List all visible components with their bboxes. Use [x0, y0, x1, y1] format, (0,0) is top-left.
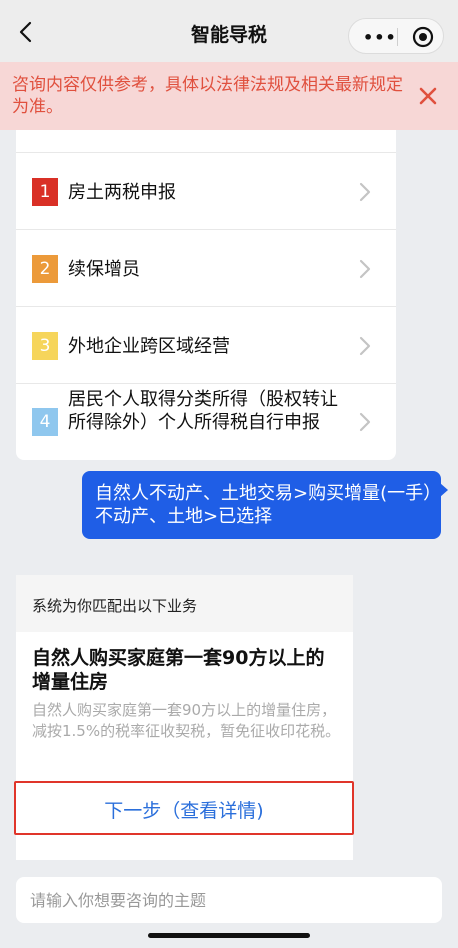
- menu-item-label: 房土两税申报: [68, 182, 176, 203]
- number-badge: 1: [32, 178, 58, 206]
- capsule-divider: [397, 28, 398, 46]
- user-message-text: 自然人不动产、土地交易>购买增量(一手）不动产、土地>已选择: [95, 483, 433, 527]
- service-menu-card: 1 房土两税申报 2 续保增员 3 外地企业跨区域经营 4 居民个人取得分类所得…: [16, 130, 396, 460]
- service-title: 自然人购买家庭第一套90方以上的增量住房: [32, 647, 325, 693]
- chevron-right-icon: [359, 336, 371, 356]
- number-badge: 3: [32, 332, 58, 360]
- question-input-bar: [16, 877, 442, 923]
- menu-item-label: 续保增员: [68, 259, 140, 280]
- disclaimer-text: 咨询内容仅供参考，具体以法律法规及相关最新规定为准。: [12, 75, 403, 117]
- bubble-tail: [440, 483, 448, 497]
- next-step-label: 下一步（查看详情): [104, 800, 264, 822]
- menu-item-2[interactable]: 2 续保增员: [16, 229, 396, 306]
- question-input[interactable]: [16, 877, 442, 923]
- menu-item-label: 居民个人取得分类所得（股权转让所得除外）个人所得税自行申报: [68, 389, 338, 433]
- card-header: 系统为你匹配出以下业务: [16, 575, 353, 632]
- menu-item-4[interactable]: 4 居民个人取得分类所得（股权转让所得除外）个人所得税自行申报: [16, 383, 396, 460]
- number-badge: 2: [32, 255, 58, 283]
- more-menu-button[interactable]: •••: [363, 28, 397, 47]
- user-message-bubble: 自然人不动产、土地交易>购买增量(一手）不动产、土地>已选择: [82, 471, 448, 539]
- menu-item-3[interactable]: 3 外地企业跨区域经营: [16, 306, 396, 383]
- close-icon[interactable]: [418, 86, 438, 106]
- chevron-right-icon: [359, 182, 371, 202]
- chevron-right-icon: [359, 259, 371, 279]
- home-indicator: [148, 933, 310, 938]
- card-header-text: 系统为你匹配出以下业务: [32, 597, 198, 615]
- chevron-right-icon: [359, 412, 371, 432]
- next-step-button[interactable]: 下一步（查看详情): [14, 781, 354, 835]
- mini-program-capsule: •••: [348, 18, 444, 54]
- disclaimer-banner: 咨询内容仅供参考，具体以法律法规及相关最新规定为准。: [0, 62, 458, 130]
- menu-item-1[interactable]: 1 房土两税申报: [16, 152, 396, 229]
- card-body: 自然人购买家庭第一套90方以上的增量住房 自然人购买家庭第一套90方以上的增量住…: [14, 632, 354, 860]
- close-target-icon[interactable]: [412, 26, 434, 48]
- number-badge: 4: [32, 408, 58, 436]
- top-nav-bar: 智能导税 •••: [0, 0, 458, 62]
- matched-service-card: 系统为你匹配出以下业务 自然人购买家庭第一套90方以上的增量住房 自然人购买家庭…: [14, 575, 354, 860]
- service-description: 自然人购买家庭第一套90方以上的增量住房，减按1.5%的税率征收契税，暂免征收印…: [32, 701, 341, 740]
- menu-item-label: 外地企业跨区域经营: [68, 336, 230, 357]
